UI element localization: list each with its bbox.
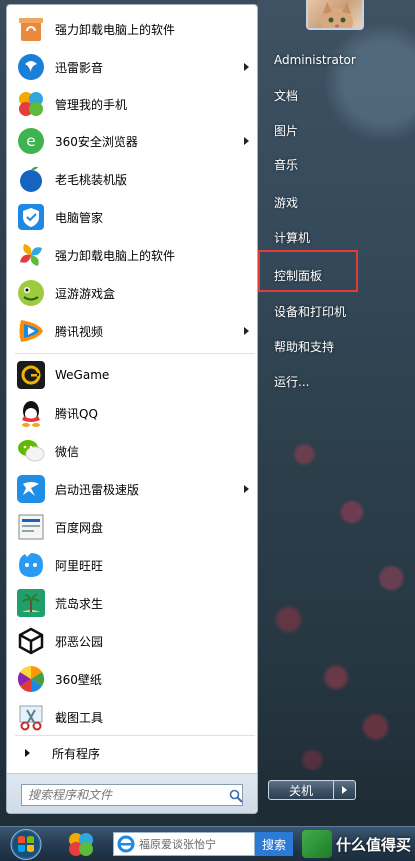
- program-label: 管理我的手机: [55, 97, 128, 112]
- shutdown-options-button[interactable]: [334, 780, 356, 800]
- program-label: 360安全浏览器: [55, 134, 138, 149]
- program-label: 百度网盘: [55, 520, 104, 535]
- phone-manager-icon: [15, 88, 47, 120]
- link-administrator[interactable]: Administrator: [268, 47, 398, 73]
- 360-wallpaper-icon: [15, 663, 47, 695]
- search-area: [7, 773, 257, 813]
- search-input[interactable]: [21, 784, 243, 806]
- program-item[interactable]: 老毛桃装机版: [11, 161, 255, 197]
- program-item[interactable]: 电脑管家: [11, 199, 255, 235]
- program-item[interactable]: 截图工具: [11, 699, 255, 735]
- watermark-logo: 什么值得买: [332, 827, 415, 861]
- link-games[interactable]: 游戏: [268, 189, 398, 215]
- search-icon[interactable]: [229, 789, 243, 803]
- program-label: 阿里旺旺: [55, 558, 104, 573]
- xunlei-icon: [15, 473, 47, 505]
- island-survival-icon: [15, 587, 47, 619]
- uninstall-pinwheel-icon: [15, 239, 47, 271]
- user-avatar[interactable]: [306, 0, 364, 30]
- program-label: 腾讯视频: [55, 324, 104, 339]
- program-label: 360壁纸: [55, 672, 102, 687]
- program-label: 荒岛求生: [55, 596, 104, 611]
- arrow-right-icon: [342, 786, 347, 794]
- link-pictures[interactable]: 图片: [268, 117, 398, 143]
- program-item[interactable]: 迅雷影音: [11, 49, 255, 85]
- pc-manager-icon: [15, 201, 47, 233]
- green-app-icon[interactable]: [302, 830, 332, 858]
- program-item[interactable]: 百度网盘: [11, 509, 255, 545]
- all-programs-button[interactable]: 所有程序: [11, 739, 255, 767]
- program-item[interactable]: 启动迅雷极速版: [11, 471, 255, 507]
- link-help-support[interactable]: 帮助和支持: [268, 333, 398, 359]
- arrow-right-icon: [25, 749, 30, 757]
- program-label: 启动迅雷极速版: [55, 482, 140, 497]
- submenu-arrow-icon[interactable]: [244, 327, 249, 335]
- program-item[interactable]: 腾讯视频: [11, 313, 255, 349]
- taskbar: 福原爱谈张怡宁 搜索 什么值得买: [0, 826, 415, 861]
- start-menu: 强力卸载电脑上的软件 迅雷影音 管理我的手机 e 360安全浏览器 老毛桃装机版 电脑管家强…: [0, 0, 415, 826]
- program-item[interactable]: 360壁纸: [11, 661, 255, 697]
- wegame-icon: [15, 359, 47, 391]
- shutdown-label: 关机: [288, 783, 313, 798]
- program-item[interactable]: 管理我的手机: [11, 86, 255, 122]
- aliwangwang-icon: [15, 549, 47, 581]
- program-label: 邪恶公园: [55, 634, 104, 649]
- submenu-arrow-icon[interactable]: [244, 63, 249, 71]
- programs-panel: 强力卸载电脑上的软件 迅雷影音 管理我的手机 e 360安全浏览器 老毛桃装机版 电脑管家强…: [6, 4, 258, 814]
- 360-browser-icon: e: [15, 125, 47, 157]
- snipping-tool-icon: [15, 701, 47, 733]
- cat-avatar-icon: [321, 2, 353, 28]
- program-label: 逗游游戏盒: [55, 286, 116, 301]
- all-programs-label: 所有程序: [52, 746, 101, 761]
- ie-icon: [117, 835, 135, 853]
- xunlei-player-icon: [15, 51, 47, 83]
- program-label: 老毛桃装机版: [55, 172, 128, 187]
- submenu-arrow-icon[interactable]: [244, 485, 249, 493]
- unity-icon: [15, 625, 47, 657]
- program-item[interactable]: 逗游游戏盒: [11, 275, 255, 311]
- link-documents[interactable]: 文档: [268, 82, 398, 108]
- wechat-icon: [15, 435, 47, 467]
- program-label: 迅雷影音: [55, 60, 104, 75]
- watermark-text: 什么值得买: [335, 835, 411, 854]
- baidu-netdisk-icon: [15, 511, 47, 543]
- taskbar-search-input[interactable]: 福原爱谈张怡宁: [113, 832, 255, 856]
- laomaotao-icon: [15, 163, 47, 195]
- program-label: 腾讯QQ: [55, 406, 98, 421]
- douyou-game-icon: [15, 277, 47, 309]
- link-music[interactable]: 音乐: [268, 151, 398, 177]
- taskbar-search-text: 福原爱谈张怡宁: [139, 838, 216, 851]
- svg-text:e: e: [26, 132, 35, 150]
- start-button[interactable]: [6, 828, 46, 861]
- program-label: 截图工具: [55, 710, 104, 725]
- qq-icon: [15, 397, 47, 429]
- separator: [15, 735, 255, 736]
- tencent-video-icon: [15, 315, 47, 347]
- program-label: 强力卸载电脑上的软件: [55, 22, 176, 37]
- link-run[interactable]: 运行...: [268, 368, 398, 394]
- program-label: 微信: [55, 444, 80, 459]
- program-item[interactable]: 强力卸载电脑上的软件: [11, 237, 255, 273]
- program-item[interactable]: WeGame: [11, 357, 255, 393]
- program-item[interactable]: e 360安全浏览器: [11, 123, 255, 159]
- program-label: 电脑管家: [55, 210, 104, 225]
- program-item[interactable]: 阿里旺旺: [11, 547, 255, 583]
- control-panel-highlight: [258, 250, 358, 292]
- program-item[interactable]: 微信: [11, 433, 255, 469]
- program-item[interactable]: 腾讯QQ: [11, 395, 255, 431]
- submenu-arrow-icon[interactable]: [244, 137, 249, 145]
- link-computer[interactable]: 计算机: [268, 224, 398, 250]
- uninstall-icon: [15, 13, 47, 45]
- program-label: 强力卸载电脑上的软件: [55, 248, 176, 263]
- separator: [15, 353, 255, 354]
- shutdown-button[interactable]: 关机: [268, 780, 334, 800]
- program-item[interactable]: 强力卸载电脑上的软件: [11, 11, 255, 47]
- taskbar-search-button[interactable]: 搜索: [255, 832, 293, 856]
- program-item[interactable]: 邪恶公园: [11, 623, 255, 659]
- taskbar-search-button-label: 搜索: [261, 837, 286, 852]
- program-label: WeGame: [55, 368, 110, 382]
- pinwheel-app-icon[interactable]: [64, 830, 98, 858]
- link-devices-printers[interactable]: 设备和打印机: [268, 298, 398, 324]
- program-item[interactable]: 荒岛求生: [11, 585, 255, 621]
